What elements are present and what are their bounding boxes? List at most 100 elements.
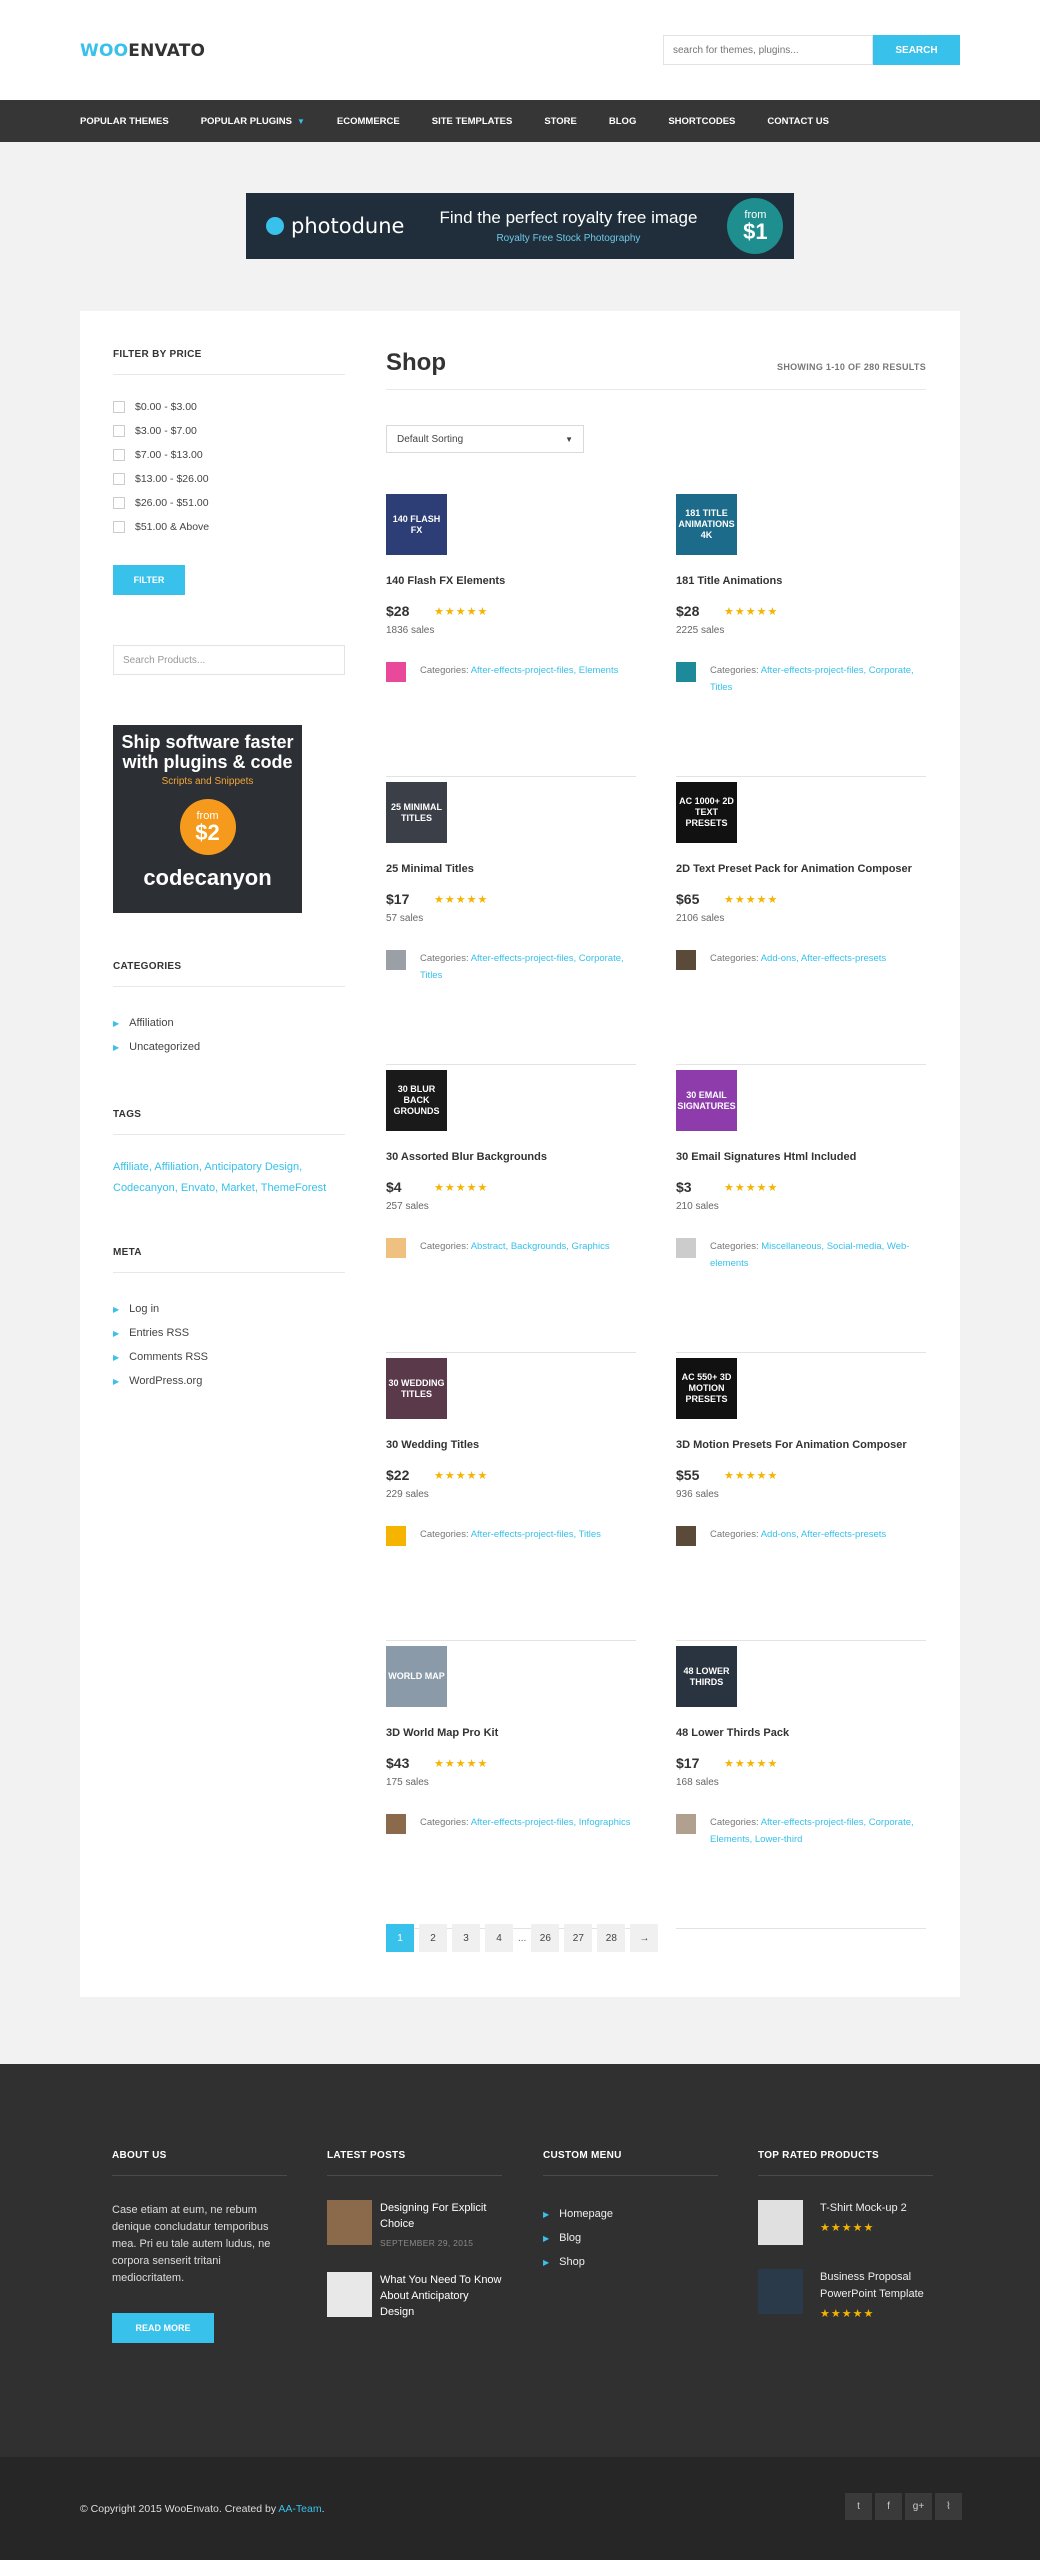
post-title[interactable]: Designing For Explicit Choice: [380, 2200, 502, 2232]
product-card[interactable]: AC 1000+ 2D TEXT PRESETS 2D Text Preset P…: [676, 782, 926, 1070]
product-thumbnail[interactable]: 30 EMAIL SIGNATURES: [676, 1070, 737, 1131]
product-card[interactable]: 25 MINIMAL TITLES 25 Minimal Titles $17 ★★★…: [386, 782, 636, 1070]
product-card[interactable]: 181 TITLE ANIMATIONS 4K 181 Title Animati…: [676, 494, 926, 782]
author-avatar[interactable]: [676, 1814, 696, 1834]
category-link[interactable]: ▶ Uncategorized: [113, 1035, 345, 1059]
product-card[interactable]: 30 EMAIL SIGNATURES 30 Email Signatures H…: [676, 1070, 926, 1358]
product-name[interactable]: 25 Minimal Titles: [386, 863, 636, 875]
author-avatar[interactable]: [676, 1526, 696, 1546]
product-thumbnail[interactable]: WORLD MAP: [386, 1646, 447, 1707]
product-thumbnail[interactable]: 25 MINIMAL TITLES: [386, 782, 447, 843]
author-avatar[interactable]: [386, 1238, 406, 1258]
tag-cloud[interactable]: Affiliate, Affiliation, Anticipatory Des…: [113, 1157, 345, 1199]
product-name[interactable]: 3D Motion Presets For Animation Composer: [676, 1439, 926, 1451]
product-card[interactable]: 48 LOWER THIRDS 48 Lower Thirds Pack $17 ★★…: [676, 1646, 926, 1934]
author-avatar[interactable]: [386, 662, 406, 682]
product-card[interactable]: AC 550+ 3D MOTION PRESETS 3D Motion Prese…: [676, 1358, 926, 1646]
codecanyon-ad[interactable]: Ship software faster with plugins & code…: [113, 725, 302, 913]
product-thumbnail[interactable]: 181 TITLE ANIMATIONS 4K: [676, 494, 737, 555]
author-avatar[interactable]: [676, 662, 696, 682]
next-page-button[interactable]: →: [630, 1924, 659, 1952]
product-thumbnail[interactable]: AC 550+ 3D MOTION PRESETS: [676, 1358, 737, 1419]
nav-contact-us[interactable]: CONTACT US: [767, 116, 829, 127]
product-name[interactable]: 48 Lower Thirds Pack: [676, 1727, 926, 1739]
category-links[interactable]: After-effects-project-files, Infographic…: [471, 1817, 631, 1828]
product-card[interactable]: 30 WEDDING TITLES 30 Wedding Titles $22 ★★★…: [386, 1358, 636, 1646]
filter-button[interactable]: FILTER: [113, 565, 185, 595]
category-link[interactable]: ▶ Affiliation: [113, 1011, 345, 1035]
author-avatar[interactable]: [386, 950, 406, 970]
page-button[interactable]: 27: [564, 1924, 593, 1952]
read-more-button[interactable]: READ MORE: [112, 2313, 214, 2343]
author-avatar[interactable]: [386, 1526, 406, 1546]
product-card[interactable]: 140 FLASH FX 140 Flash FX Elements $28 ★★★★…: [386, 494, 636, 782]
author-avatar[interactable]: [676, 950, 696, 970]
author-avatar[interactable]: [676, 1238, 696, 1258]
nav-ecommerce[interactable]: ECOMMERCE: [337, 116, 400, 127]
product-card[interactable]: 30 BLUR BACK GROUNDS 30 Assorted Blur Bac…: [386, 1070, 636, 1358]
checkbox[interactable]: [113, 425, 125, 437]
twitter-icon[interactable]: t: [845, 2493, 872, 2520]
product-thumbnail[interactable]: 30 WEDDING TITLES: [386, 1358, 447, 1419]
meta-link[interactable]: ▶ WordPress.org: [113, 1369, 345, 1393]
meta-link[interactable]: ▶ Entries RSS: [113, 1321, 345, 1345]
latest-post[interactable]: Designing For Explicit Choice SEPTEMBER …: [327, 2200, 502, 2248]
top-rated-product[interactable]: Business Proposal PowerPoint Template ★★…: [758, 2269, 933, 2320]
price-range-option[interactable]: $7.00 - $13.00: [113, 443, 345, 467]
top-product-name[interactable]: T-Shirt Mock-up 2: [820, 2200, 907, 2217]
product-name[interactable]: 140 Flash FX Elements: [386, 575, 636, 587]
category-links[interactable]: Add-ons, After-effects-presets: [761, 953, 887, 964]
price-range-option[interactable]: $0.00 - $3.00: [113, 395, 345, 419]
top-product-name[interactable]: Business Proposal PowerPoint Template: [820, 2269, 933, 2303]
product-name[interactable]: 30 Wedding Titles: [386, 1439, 636, 1451]
checkbox[interactable]: [113, 473, 125, 485]
page-button[interactable]: 3: [452, 1924, 480, 1952]
nav-store[interactable]: STORE: [544, 116, 577, 127]
checkbox[interactable]: [113, 449, 125, 461]
author-link[interactable]: AA-Team: [278, 2503, 321, 2515]
product-thumbnail[interactable]: AC 1000+ 2D TEXT PRESETS: [676, 782, 737, 843]
checkbox[interactable]: [113, 521, 125, 533]
google-plus-icon[interactable]: g+: [905, 2493, 932, 2520]
product-name[interactable]: 2D Text Preset Pack for Animation Compos…: [676, 863, 926, 875]
meta-link[interactable]: ▶ Log in: [113, 1297, 345, 1321]
footer-menu-item[interactable]: ▶ Shop: [543, 2250, 718, 2274]
product-search-input[interactable]: Search Products...: [113, 645, 345, 675]
page-button[interactable]: 28: [597, 1924, 626, 1952]
price-range-option[interactable]: $13.00 - $26.00: [113, 467, 345, 491]
product-name[interactable]: 3D World Map Pro Kit: [386, 1727, 636, 1739]
price-range-option[interactable]: $51.00 & Above: [113, 515, 345, 539]
footer-menu-item[interactable]: ▶ Homepage: [543, 2202, 718, 2226]
nav-popular-plugins[interactable]: POPULAR PLUGINS ▼: [201, 116, 305, 127]
author-avatar[interactable]: [386, 1814, 406, 1834]
price-range-option[interactable]: $3.00 - $7.00: [113, 419, 345, 443]
checkbox[interactable]: [113, 401, 125, 413]
nav-popular-themes[interactable]: POPULAR THEMES: [80, 116, 169, 127]
product-name[interactable]: 30 Assorted Blur Backgrounds: [386, 1151, 636, 1163]
photodune-banner-ad[interactable]: photodune Find the perfect royalty free …: [246, 193, 794, 259]
footer-menu-item[interactable]: ▶ Blog: [543, 2226, 718, 2250]
header-search-button[interactable]: SEARCH: [873, 35, 960, 65]
sorting-select[interactable]: Default Sorting ▼: [386, 425, 584, 453]
product-card[interactable]: WORLD MAP 3D World Map Pro Kit $43 ★★★★★ 175…: [386, 1646, 636, 1934]
price-range-option[interactable]: $26.00 - $51.00: [113, 491, 345, 515]
page-button[interactable]: 26: [531, 1924, 560, 1952]
header-search-input[interactable]: [663, 35, 873, 65]
nav-blog[interactable]: BLOG: [609, 116, 636, 127]
rss-icon[interactable]: ⌇: [935, 2493, 962, 2520]
top-rated-product[interactable]: T-Shirt Mock-up 2 ★★★★★: [758, 2200, 933, 2245]
product-name[interactable]: 181 Title Animations: [676, 575, 926, 587]
page-button[interactable]: 4: [485, 1924, 513, 1952]
category-links[interactable]: Abstract, Backgrounds, Graphics: [471, 1241, 610, 1252]
product-thumbnail[interactable]: 48 LOWER THIRDS: [676, 1646, 737, 1707]
product-name[interactable]: 30 Email Signatures Html Included: [676, 1151, 926, 1163]
post-title[interactable]: What You Need To Know About Anticipatory…: [380, 2272, 502, 2320]
page-button[interactable]: 1: [386, 1924, 414, 1952]
product-thumbnail[interactable]: 30 BLUR BACK GROUNDS: [386, 1070, 447, 1131]
checkbox[interactable]: [113, 497, 125, 509]
nav-site-templates[interactable]: SITE TEMPLATES: [432, 116, 513, 127]
category-links[interactable]: Add-ons, After-effects-presets: [761, 1529, 887, 1540]
nav-shortcodes[interactable]: SHORTCODES: [668, 116, 735, 127]
page-button[interactable]: 2: [419, 1924, 447, 1952]
latest-post[interactable]: What You Need To Know About Anticipatory…: [327, 2272, 502, 2320]
